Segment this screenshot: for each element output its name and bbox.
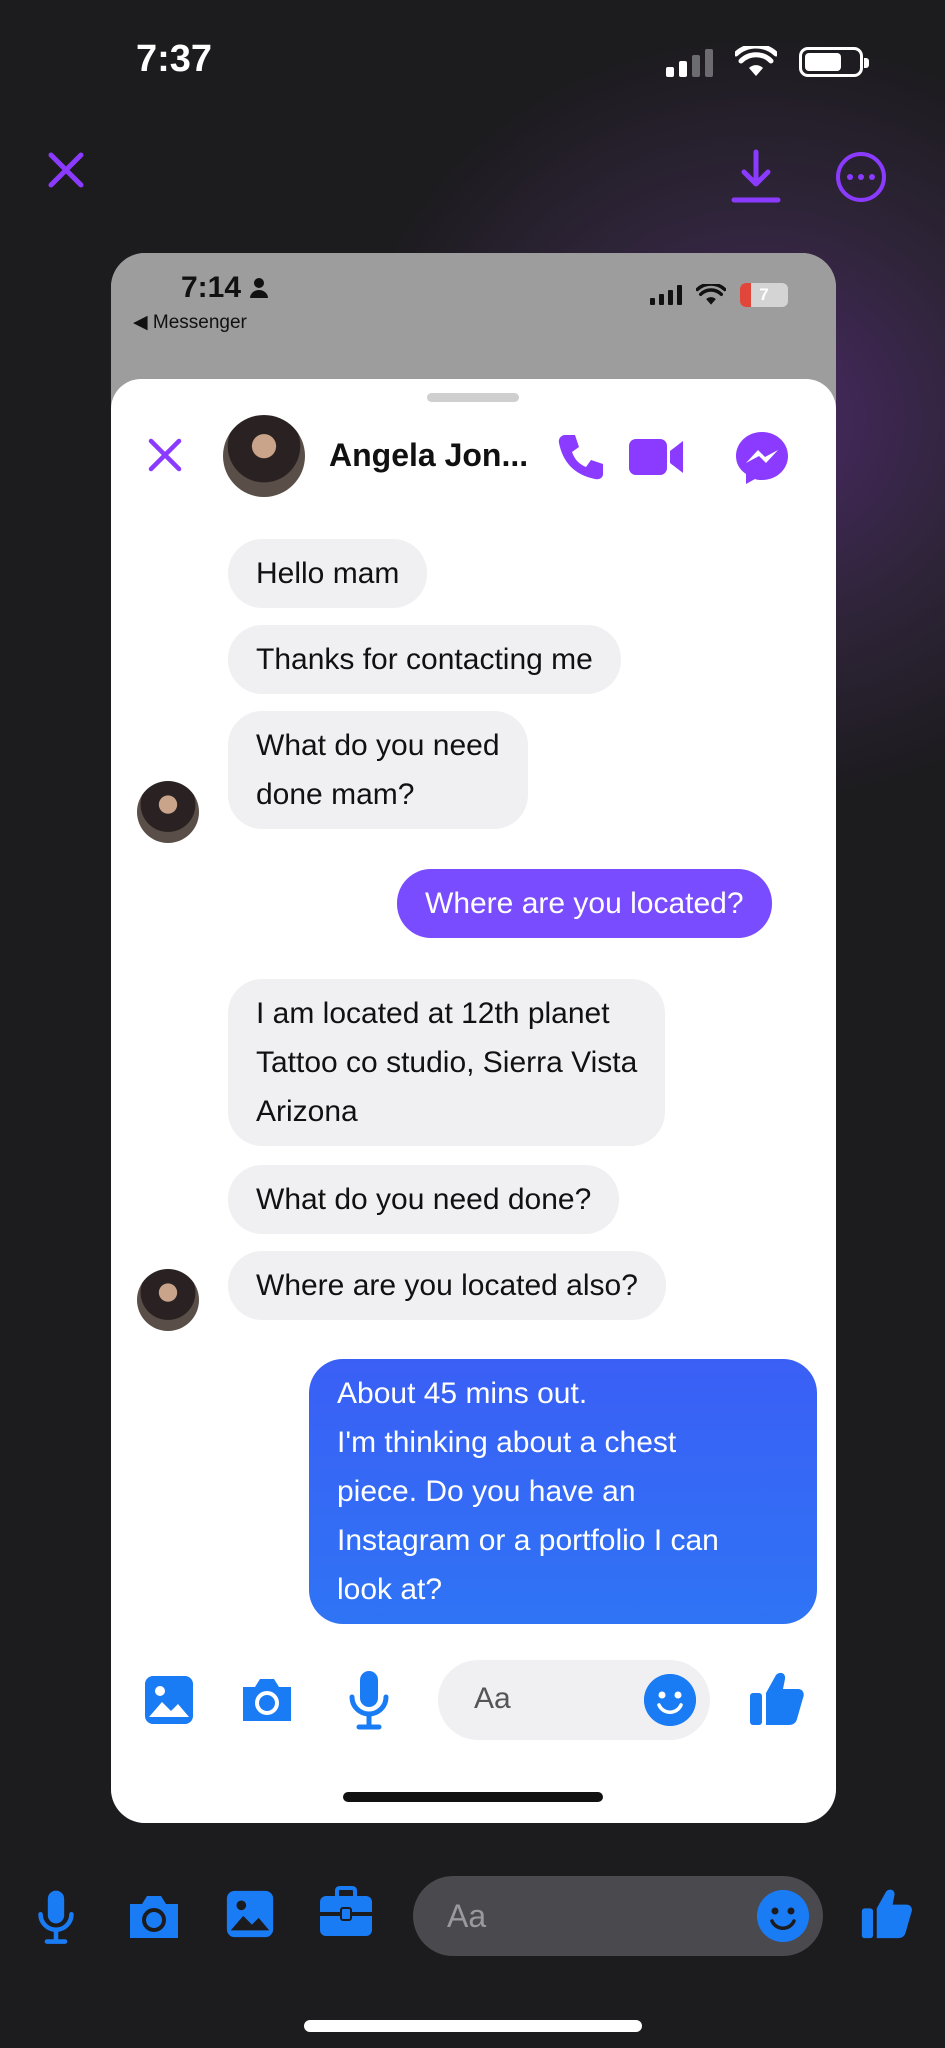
contact-name[interactable]: Angela Jon... (329, 437, 528, 474)
chat-sheet: Angela Jon... Hello mam Thanks for conta… (111, 379, 836, 1823)
cellular-signal-icon (666, 47, 713, 77)
messenger-icon[interactable] (733, 429, 791, 487)
status-icons (666, 46, 869, 78)
message-input[interactable]: Aa (438, 1660, 710, 1740)
close-icon[interactable] (147, 437, 183, 473)
message-bubble-incoming[interactable]: I am located at 12th planet Tattoo co st… (228, 979, 666, 1146)
wifi-icon (696, 284, 726, 305)
shared-screenshot: 7:14 ◀ Messenger 7 Angela Jon... Hello m… (111, 253, 836, 1823)
wifi-icon (735, 46, 777, 76)
message-bubble-outgoing[interactable]: Where are you located? (397, 869, 772, 938)
battery-icon (799, 47, 869, 77)
microphone-icon[interactable] (347, 1669, 391, 1731)
briefcase-icon[interactable] (318, 1886, 374, 1940)
status-time: 7:37 (136, 38, 213, 80)
thumbs-up-icon[interactable] (748, 1669, 806, 1727)
video-call-icon[interactable] (627, 435, 685, 479)
inner-status-time: 7:14 (181, 271, 269, 305)
message-input[interactable]: Aa (413, 1876, 823, 1956)
inner-status-icons: 7 (650, 283, 788, 307)
emoji-icon[interactable] (757, 1890, 809, 1942)
message-bubble-incoming[interactable]: Thanks for contacting me (228, 625, 621, 694)
avatar[interactable] (137, 1269, 199, 1331)
phone-call-icon[interactable] (555, 431, 607, 483)
person-icon (250, 278, 269, 298)
message-bubble-outgoing[interactable]: About 45 mins out. I'm thinking about a … (309, 1359, 817, 1624)
home-indicator (304, 2020, 642, 2032)
battery-icon: 7 (740, 283, 788, 307)
download-icon[interactable] (730, 148, 782, 204)
inner-status-bar: 7:14 ◀ Messenger 7 (111, 253, 836, 383)
back-to-messenger-link[interactable]: ◀ Messenger (133, 311, 247, 334)
close-icon[interactable] (46, 150, 86, 190)
thumbs-up-icon[interactable] (860, 1884, 914, 1942)
cellular-signal-icon (650, 285, 682, 305)
home-indicator (343, 1792, 603, 1802)
sheet-grabber[interactable] (427, 393, 519, 402)
message-bubble-incoming[interactable]: What do you need done mam? (228, 711, 528, 829)
microphone-icon[interactable] (36, 1888, 76, 1946)
more-options-icon[interactable] (836, 152, 886, 202)
avatar[interactable] (223, 415, 305, 497)
message-bubble-incoming[interactable]: What do you need done? (228, 1165, 620, 1234)
camera-icon[interactable] (239, 1675, 295, 1725)
message-bubble-incoming[interactable]: Where are you located also? (228, 1251, 666, 1320)
photo-icon[interactable] (224, 1888, 276, 1940)
avatar[interactable] (137, 781, 199, 843)
message-bubble-incoming[interactable]: Hello mam (228, 539, 428, 608)
emoji-icon[interactable] (644, 1674, 696, 1726)
camera-icon[interactable] (126, 1892, 182, 1942)
photo-icon[interactable] (142, 1673, 196, 1727)
